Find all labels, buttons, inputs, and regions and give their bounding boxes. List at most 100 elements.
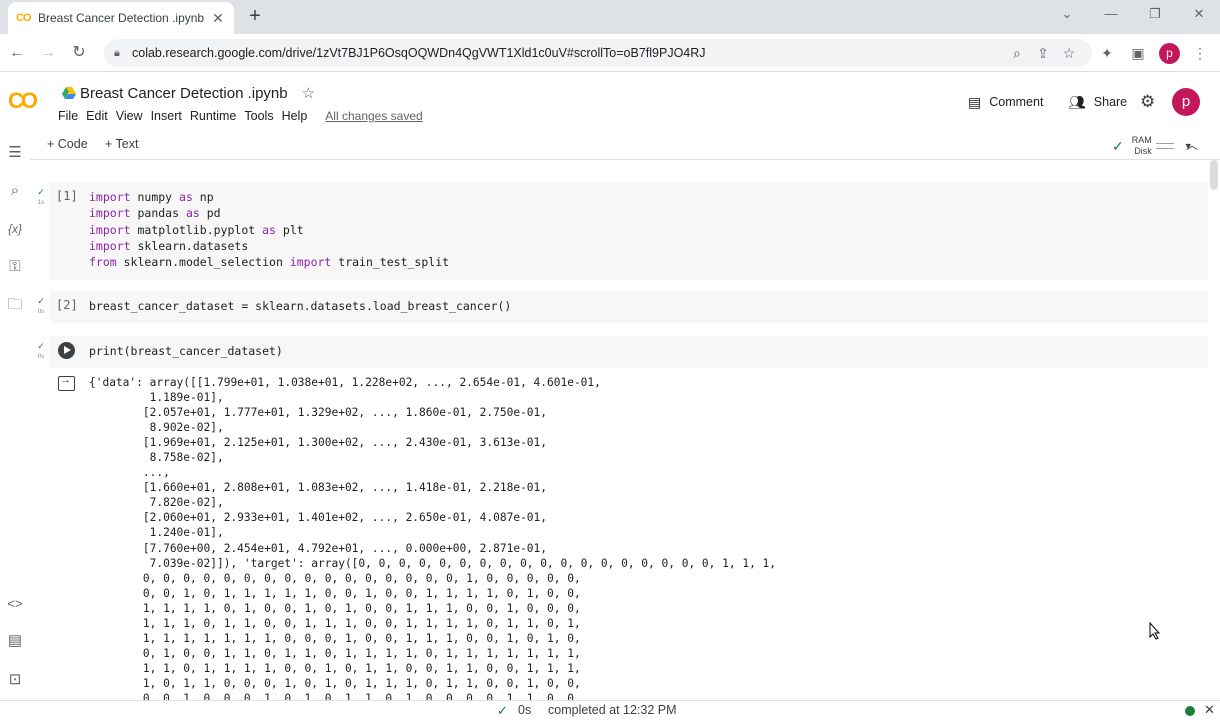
cell-output: {'data': array([[1.799e+01, 1.038e+01, 1…: [30, 372, 1208, 700]
code-cell-2[interactable]: ✓ 0s [2] breast_cancer_dataset = sklearn.…: [30, 291, 1208, 323]
menu-edit[interactable]: Edit: [86, 107, 116, 125]
extensions-puzzle-icon[interactable]: ✦: [1097, 43, 1117, 63]
side-panel-icon[interactable]: ▣: [1128, 43, 1148, 63]
save-status[interactable]: All changes saved: [325, 107, 422, 125]
code-line[interactable]: import pandas as pd: [89, 205, 449, 221]
browser-tab-bar: CO Breast Cancer Detection .ipynb ✕ + ⌄ …: [0, 0, 1220, 34]
lock-icon: 🔒︎: [114, 46, 120, 59]
add-code-cell-button[interactable]: + Code: [47, 137, 88, 151]
back-arrow-icon[interactable]: ←: [7, 43, 27, 63]
reload-icon[interactable]: ↻: [69, 43, 89, 63]
output-actions-icon[interactable]: [58, 374, 75, 391]
code-line[interactable]: print(breast_cancer_dataset): [89, 343, 283, 359]
browser-menu-kebab-icon[interactable]: ⋮: [1190, 43, 1210, 63]
status-completed: completed at 12:32 PM: [548, 703, 677, 717]
run-cell-button[interactable]: [58, 342, 75, 359]
notebook-title[interactable]: Breast Cancer Detection .ipynb: [80, 85, 288, 102]
notebook-toolbar: + Code + Text ✓ RAM Disk ▼: [30, 132, 1220, 160]
execution-count: [2]: [56, 298, 78, 312]
share-button[interactable]: 👥︎ Share: [1068, 90, 1127, 114]
terminal-icon[interactable]: ⊡: [4, 669, 26, 691]
url-text[interactable]: colab.research.google.com/drive/1zVt7BJ1…: [132, 46, 1004, 60]
menu-tools[interactable]: Tools: [244, 107, 281, 125]
code-token: breast_cancer_dataset = sklearn.datasets…: [89, 299, 512, 313]
add-text-cell-button[interactable]: + Text: [105, 137, 138, 151]
code-cell-3[interactable]: ✓ 0s print(breast_cancer_dataset): [30, 336, 1208, 368]
new-tab-icon[interactable]: +: [244, 6, 266, 28]
variables-icon[interactable]: {x}: [4, 218, 26, 240]
menu-view[interactable]: View: [116, 107, 151, 125]
resource-usage-bars: [1155, 139, 1174, 153]
output-line: 1.240e-01],: [89, 526, 224, 540]
colab-favicon-icon: CO: [16, 12, 32, 24]
google-drive-icon[interactable]: [62, 87, 76, 99]
code-snippets-icon[interactable]: <>: [4, 593, 26, 615]
tab-search-chevron-icon[interactable]: ⌄: [1056, 6, 1078, 26]
files-folder-icon[interactable]: 🗀︎: [4, 294, 26, 316]
close-status-icon[interactable]: ✕: [1204, 702, 1215, 718]
code-keyword: as: [179, 190, 193, 204]
code-keyword: as: [185, 206, 200, 221]
comment-button[interactable]: ▤ Comment: [968, 90, 1043, 114]
code-keyword: import: [289, 255, 332, 270]
menu-runtime[interactable]: Runtime: [190, 107, 245, 125]
code-keyword: as: [262, 222, 276, 237]
close-window-icon[interactable]: ✕: [1188, 6, 1210, 26]
scrollbar-thumb[interactable]: [1210, 160, 1218, 190]
url-omnibox[interactable]: 🔒︎ colab.research.google.com/drive/1zVt7…: [104, 39, 1092, 67]
cell-executed-check-icon: ✓ 1s: [37, 187, 45, 207]
code-line[interactable]: from sklearn.model_selection import trai…: [89, 254, 449, 270]
output-text: {'data': array([[1.799e+01, 1.038e+01, 1…: [89, 375, 776, 700]
code-keyword: import: [89, 238, 131, 253]
code-editor[interactable]: print(breast_cancer_dataset): [89, 343, 283, 359]
code-line[interactable]: breast_cancer_dataset = sklearn.datasets…: [89, 298, 511, 314]
menu-file[interactable]: File: [58, 107, 86, 125]
menu-insert[interactable]: Insert: [151, 107, 190, 125]
secrets-key-icon[interactable]: ⚿: [4, 256, 26, 278]
code-line[interactable]: import sklearn.datasets: [89, 238, 449, 254]
code-token: sklearn.model_selection: [116, 255, 290, 270]
bookmark-star-icon[interactable]: ☆: [1056, 45, 1082, 62]
table-of-contents-icon[interactable]: ☰: [4, 142, 26, 164]
browser-address-bar: ← → ↻ 🔒︎ colab.research.google.com/drive…: [0, 34, 1220, 72]
browser-tab[interactable]: CO Breast Cancer Detection .ipynb ✕: [8, 2, 234, 34]
forward-arrow-icon[interactable]: →: [38, 43, 58, 63]
people-icon: 👥︎: [1068, 93, 1086, 110]
code-line[interactable]: import numpy as np: [89, 189, 449, 205]
share-label: Share: [1093, 95, 1128, 109]
notebook-title-row: Breast Cancer Detection .ipynb ☆: [62, 82, 315, 104]
comment-label: Comment: [989, 95, 1044, 109]
mouse-cursor-icon: [1149, 622, 1161, 640]
code-token: plt: [275, 222, 304, 237]
output-line: 1, 1, 1, 1, 1, 1, 1, 0, 0, 0, 1, 0, 0, 1…: [89, 631, 581, 645]
browser-tab-title: Breast Cancer Detection .ipynb: [38, 11, 205, 25]
zoom-icon[interactable]: ⌕: [1004, 45, 1030, 62]
command-palette-icon[interactable]: ▤: [4, 630, 26, 652]
code-cell-1[interactable]: ✓ 1s [1] import numpy as np import pandas …: [30, 182, 1208, 280]
restore-window-icon[interactable]: ❐: [1144, 6, 1166, 26]
code-token: matplotlib.pyplot: [130, 222, 263, 237]
output-line: 0, 1, 0, 0, 1, 1, 0, 1, 1, 0, 1, 1, 1, 1…: [89, 646, 581, 660]
share-page-icon[interactable]: ⇪: [1030, 45, 1056, 62]
code-line[interactable]: import matplotlib.pyplot as plt: [89, 222, 449, 238]
ram-disk-indicator[interactable]: ✓ RAM Disk ▼: [1112, 134, 1193, 158]
output-line: [1.969e+01, 2.125e+01, 1.300e+02, ..., 2…: [89, 436, 548, 450]
star-notebook-icon[interactable]: ☆: [302, 84, 315, 102]
close-tab-icon[interactable]: ✕: [210, 10, 226, 27]
colab-menubar: File Edit View Insert Runtime Tools Help…: [58, 107, 423, 125]
code-token: print(breast_cancer_dataset): [89, 344, 283, 358]
browser-profile-avatar[interactable]: p: [1159, 43, 1180, 64]
menu-help[interactable]: Help: [282, 107, 316, 125]
search-icon[interactable]: ⌕: [4, 180, 26, 202]
output-line: ...,: [89, 466, 170, 480]
code-editor[interactable]: breast_cancer_dataset = sklearn.datasets…: [89, 298, 511, 314]
code-editor[interactable]: import numpy as np import pandas as pd imp…: [89, 189, 449, 270]
connected-check-icon: ✓: [1112, 137, 1124, 154]
colab-profile-avatar[interactable]: p: [1172, 88, 1200, 116]
code-keyword: from: [89, 255, 117, 270]
output-line: {'data': array([[1.799e+01, 1.038e+01, 1…: [89, 376, 601, 389]
collapse-header-icon[interactable]: ︿: [1186, 136, 1198, 153]
colab-logo[interactable]: CO: [8, 88, 48, 113]
settings-gear-icon[interactable]: ⚙: [1140, 90, 1155, 114]
minimize-window-icon[interactable]: —: [1100, 6, 1122, 26]
